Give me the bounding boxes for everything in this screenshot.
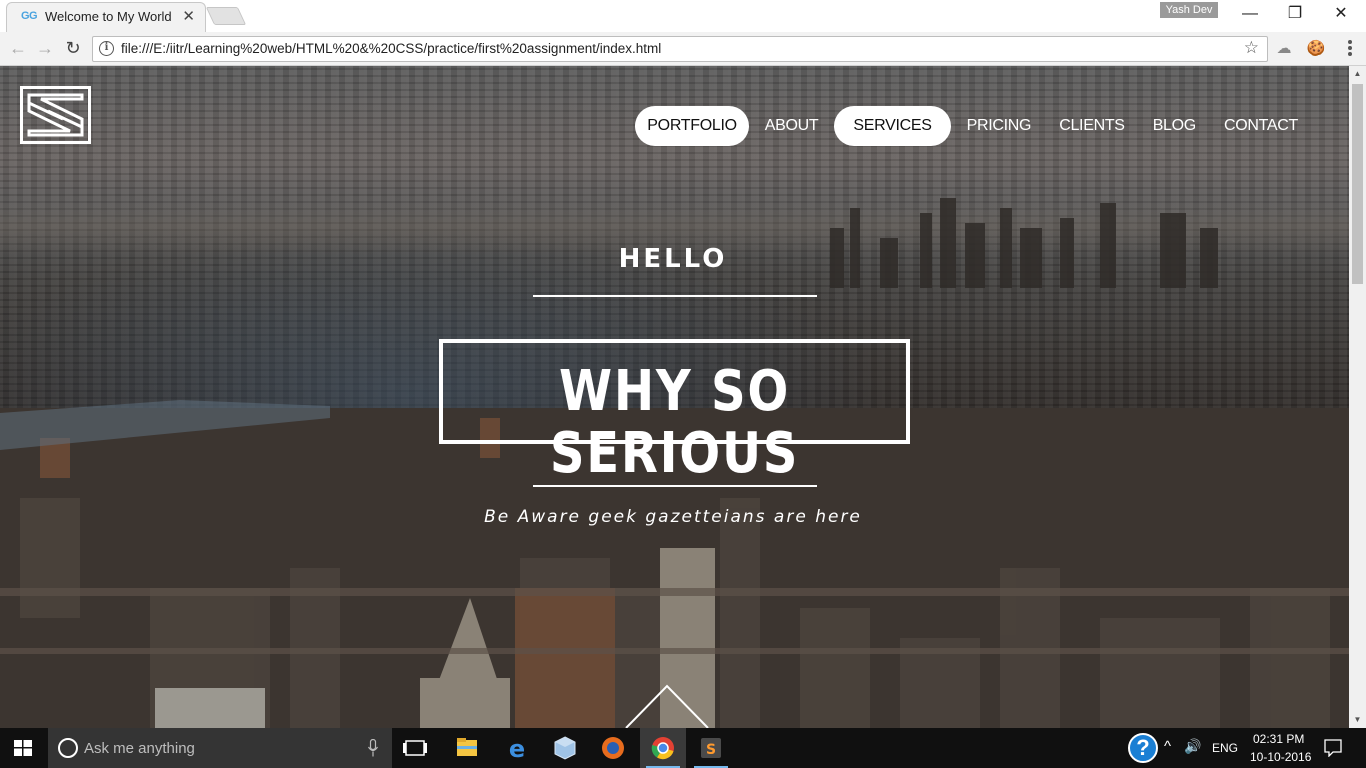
file-explorer-icon — [457, 738, 477, 756]
cube-app-icon — [554, 736, 576, 760]
hero-title: WHY SO SERIOUS — [549, 359, 800, 486]
svg-text:S: S — [706, 742, 716, 758]
hero-title-box: WHY SO SERIOUS — [439, 339, 910, 485]
tray-overflow-caret-icon[interactable]: ^ — [1164, 738, 1171, 755]
nav-about[interactable]: ABOUT — [753, 106, 831, 146]
scrollbar-thumb[interactable] — [1352, 84, 1363, 284]
cortana-search-placeholder: Ask me anything — [84, 740, 195, 757]
taskbar-virtualbox[interactable] — [542, 728, 588, 768]
microphone-icon[interactable] — [368, 739, 378, 757]
help-icon[interactable]: ? — [1128, 733, 1158, 763]
address-bar[interactable]: i file:///E:/iitr/Learning%20web/HTML%20… — [92, 36, 1268, 62]
svg-text:e: e — [509, 735, 525, 763]
reload-button[interactable]: ↻ — [61, 37, 85, 61]
language-indicator[interactable]: ENG — [1212, 741, 1238, 755]
back-button[interactable]: ← — [6, 37, 30, 61]
profile-badge[interactable]: Yash Dev — [1160, 2, 1218, 18]
site-navigation: PORTFOLIO ABOUT SERVICES PRICING CLIENTS… — [635, 106, 1310, 146]
nav-pricing[interactable]: PRICING — [955, 106, 1044, 146]
sublime-text-icon: S — [701, 738, 721, 758]
extension-cloud-icon[interactable]: ☁ — [1274, 39, 1294, 59]
web-page: PORTFOLIO ABOUT SERVICES PRICING CLIENTS… — [0, 66, 1366, 728]
site-logo[interactable] — [20, 86, 91, 144]
browser-menu-icon[interactable] — [1342, 39, 1358, 59]
task-view-button[interactable] — [392, 728, 438, 768]
chrome-icon — [651, 737, 674, 760]
browser-titlebar: GG Welcome to My World ✕ Yash Dev — ❐ ✕ — [0, 0, 1366, 32]
tab-close-icon[interactable]: ✕ — [182, 7, 195, 25]
windows-taskbar: Ask me anything e S ? ^ 🔊 ENG 02:31 PM 1… — [0, 728, 1366, 768]
info-icon[interactable]: i — [99, 41, 114, 56]
nav-clients[interactable]: CLIENTS — [1047, 106, 1136, 146]
volume-icon[interactable]: 🔊 — [1184, 738, 1201, 755]
scroll-chevron-icon[interactable] — [624, 684, 710, 728]
hero-tagline: Be Aware geek gazetteians are here — [484, 507, 862, 527]
browser-tab[interactable]: GG Welcome to My World ✕ — [6, 2, 206, 32]
nav-blog[interactable]: BLOG — [1141, 106, 1208, 146]
taskbar-firefox[interactable] — [590, 728, 636, 768]
taskbar-file-explorer[interactable] — [444, 728, 490, 768]
logo-mark-icon — [27, 93, 84, 137]
tab-title: Welcome to My World — [45, 9, 172, 24]
minimize-button[interactable]: — — [1227, 4, 1273, 26]
page-scrollbar[interactable]: ▲ ▼ — [1349, 66, 1366, 728]
site-favicon-icon: GG — [21, 10, 38, 22]
nav-contact[interactable]: CONTACT — [1212, 106, 1310, 146]
task-view-icon — [403, 740, 427, 756]
taskbar-edge[interactable]: e — [494, 728, 540, 768]
taskbar-sublime[interactable]: S — [688, 728, 734, 768]
browser-toolbar: ← → ↻ i file:///E:/iitr/Learning%20web/H… — [0, 32, 1366, 66]
hero-divider-top — [533, 295, 817, 297]
hero-divider-bottom — [533, 485, 817, 487]
clock-time[interactable]: 02:31 PM — [1253, 732, 1304, 746]
firefox-icon — [602, 737, 624, 759]
scroll-down-icon[interactable]: ▼ — [1349, 712, 1366, 728]
url-text[interactable]: file:///E:/iitr/Learning%20web/HTML%20&%… — [121, 41, 661, 56]
nav-portfolio[interactable]: PORTFOLIO — [635, 106, 749, 146]
action-center-icon[interactable] — [1324, 739, 1342, 757]
cortana-search-box[interactable]: Ask me anything — [48, 728, 392, 768]
maximize-button[interactable]: ❐ — [1272, 4, 1318, 26]
hero-hello: HELLO — [618, 244, 728, 274]
nav-services[interactable]: SERVICES — [834, 106, 951, 146]
bookmark-star-icon[interactable]: ☆ — [1244, 38, 1259, 58]
extension-cookie-icon[interactable]: 🍪 — [1306, 39, 1326, 59]
windows-start-icon[interactable] — [14, 740, 32, 756]
scroll-up-icon[interactable]: ▲ — [1349, 66, 1366, 82]
close-window-button[interactable]: ✕ — [1318, 4, 1364, 26]
cortana-icon — [58, 738, 78, 758]
forward-button[interactable]: → — [33, 37, 57, 61]
taskbar-chrome[interactable] — [640, 728, 686, 768]
clock-date[interactable]: 10-10-2016 — [1250, 750, 1311, 764]
edge-browser-icon: e — [509, 735, 525, 763]
new-tab-button[interactable] — [205, 7, 247, 25]
